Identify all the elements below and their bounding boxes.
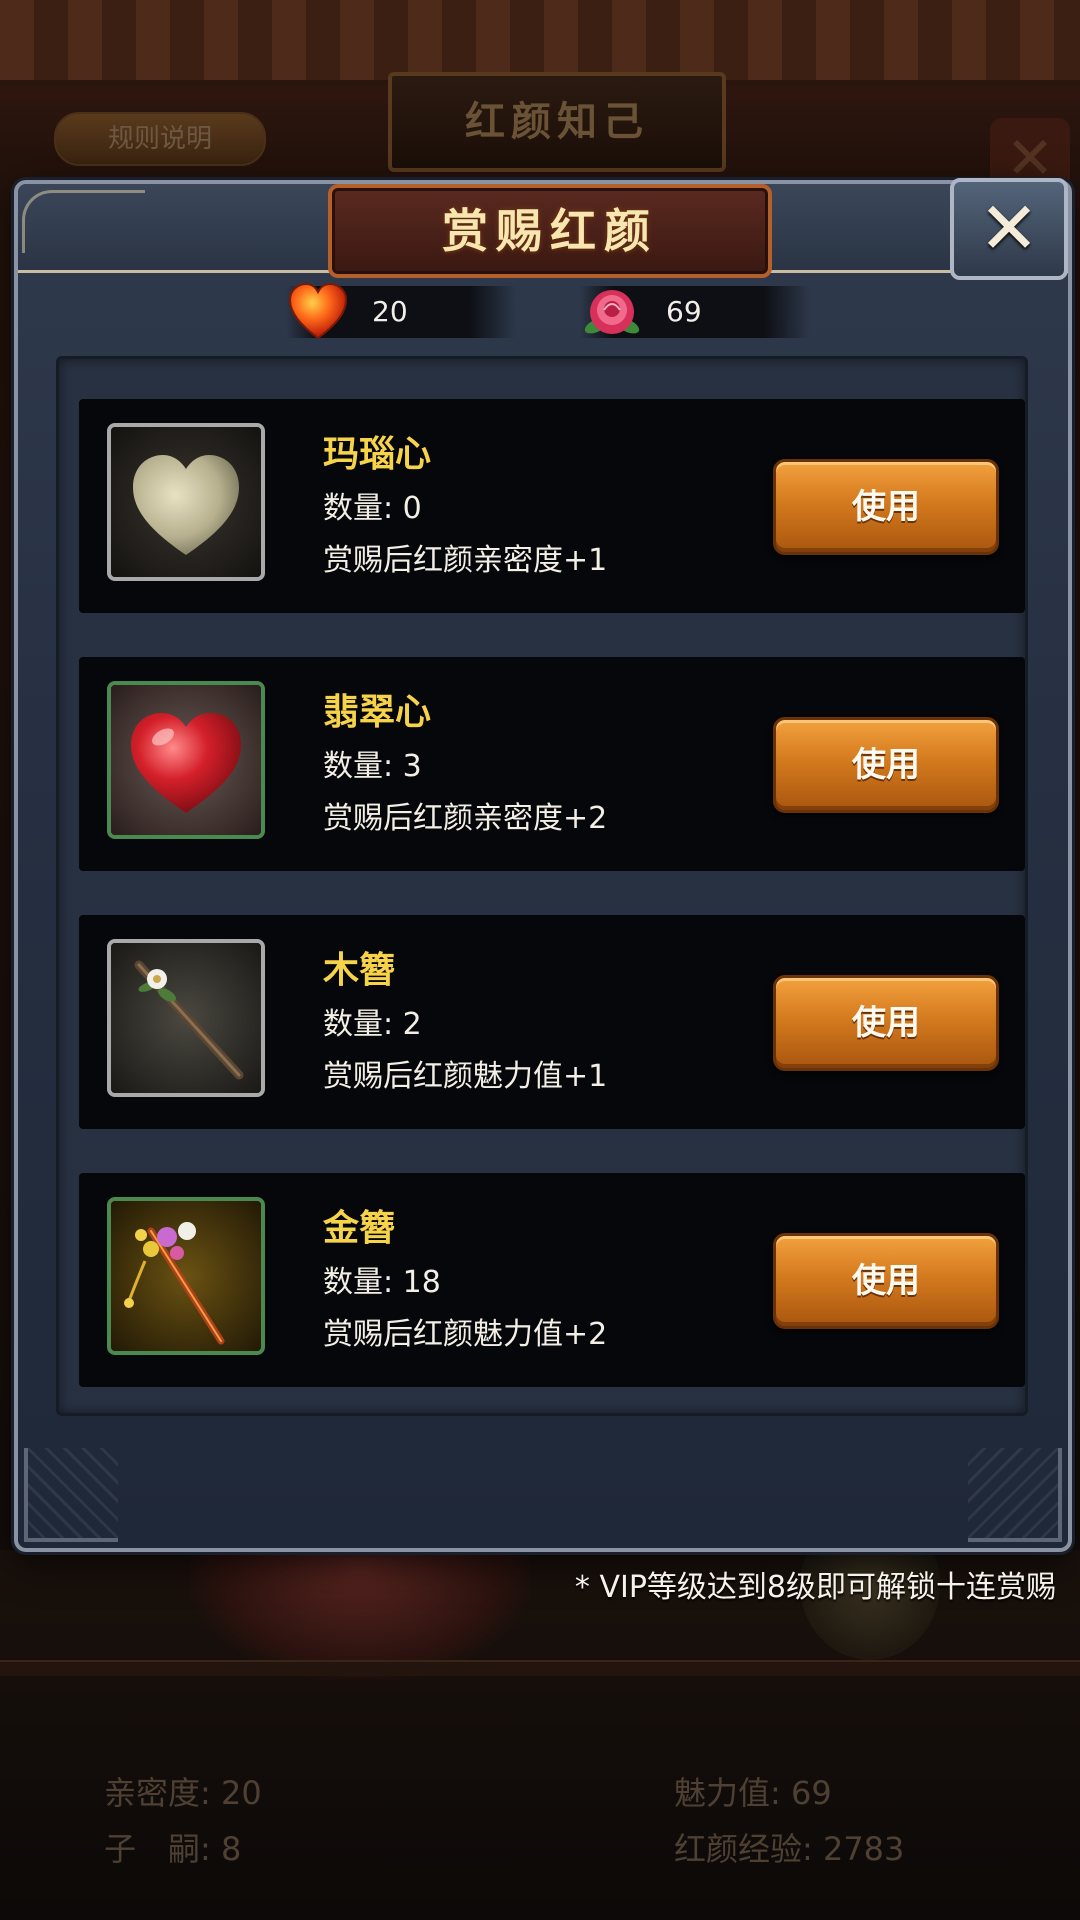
item-thumbnail	[107, 681, 265, 839]
modal-title-plate: 赏赐红颜	[328, 184, 772, 278]
children-stat: 子 嗣: 8	[104, 1830, 242, 1868]
item-quantity: 数量: 0	[323, 491, 422, 526]
use-button[interactable]: 使用	[773, 459, 999, 555]
agate-heart-icon	[111, 427, 261, 577]
use-button-label: 使用	[852, 1003, 920, 1043]
use-button-label: 使用	[852, 1261, 920, 1301]
wooden-hairpin-icon	[111, 943, 261, 1093]
item-effect: 赏赐后红颜魅力值+2	[323, 1317, 608, 1352]
use-button[interactable]: 使用	[773, 975, 999, 1071]
roses-counter: 69	[580, 286, 810, 338]
vip-footnote: * VIP等级达到8级即可解锁十连赏赐	[574, 1570, 1056, 1605]
hearts-counter: 20	[286, 282, 516, 340]
use-button-label: 使用	[852, 487, 920, 527]
roses-value: 69	[666, 295, 702, 328]
character-figure	[190, 1540, 530, 1680]
item-thumbnail	[107, 423, 265, 581]
item-name: 木簪	[323, 950, 396, 991]
rules-button: 规则说明	[54, 112, 266, 166]
heart-icon	[288, 282, 348, 340]
floor-divider	[0, 1660, 1080, 1676]
red-heart-icon	[111, 685, 261, 835]
golden-hairpin-icon	[111, 1201, 261, 1351]
close-button[interactable]: ✕	[950, 178, 1068, 280]
item-quantity: 数量: 18	[323, 1265, 441, 1300]
hearts-value: 20	[372, 295, 408, 328]
corner-ornament-right-icon	[968, 1448, 1062, 1542]
use-button[interactable]: 使用	[773, 1233, 999, 1329]
list-item: 玛瑙心 数量: 0 赏赐后红颜亲密度+1 使用	[79, 399, 1025, 613]
item-quantity: 数量: 2	[323, 1007, 422, 1042]
list-item: 木簪 数量: 2 赏赐后红颜魅力值+1 使用	[79, 915, 1025, 1129]
item-name: 玛瑙心	[323, 434, 432, 475]
list-item: 翡翠心 数量: 3 赏赐后红颜亲密度+2 使用	[79, 657, 1025, 871]
rose-icon	[584, 290, 640, 334]
intimacy-stat: 亲密度: 20	[104, 1774, 262, 1812]
item-name: 翡翠心	[323, 692, 432, 733]
gift-list: 玛瑙心 数量: 0 赏赐后红颜亲密度+1 使用 翡翠心 数量: 3 赏赐后红颜亲…	[56, 356, 1028, 1416]
corner-ornament-left-icon	[24, 1448, 118, 1542]
close-icon: ✕	[978, 186, 1040, 270]
item-quantity: 数量: 3	[323, 749, 422, 784]
item-thumbnail	[107, 939, 265, 1097]
modal-title: 赏赐红颜	[442, 204, 658, 258]
item-effect: 赏赐后红颜亲密度+1	[323, 543, 608, 578]
use-button[interactable]: 使用	[773, 717, 999, 813]
item-thumbnail	[107, 1197, 265, 1355]
item-effect: 赏赐后红颜亲密度+2	[323, 801, 608, 836]
reward-modal: 赏赐红颜 ✕ 20 69 玛瑙心 数量: 0 赏赐后红颜亲密度+1 使用 翡翠心…	[14, 178, 1072, 1552]
scroll-ornament-icon	[22, 190, 145, 253]
list-item: 金簪 数量: 18 赏赐后红颜魅力值+2 使用	[79, 1173, 1025, 1387]
screen-title: 红颜知己	[388, 72, 726, 172]
use-button-label: 使用	[852, 745, 920, 785]
item-effect: 赏赐后红颜魅力值+1	[323, 1059, 608, 1094]
item-name: 金簪	[323, 1208, 396, 1249]
experience-stat: 红颜经验: 2783	[674, 1830, 905, 1868]
charm-stat: 魅力值: 69	[674, 1774, 832, 1812]
